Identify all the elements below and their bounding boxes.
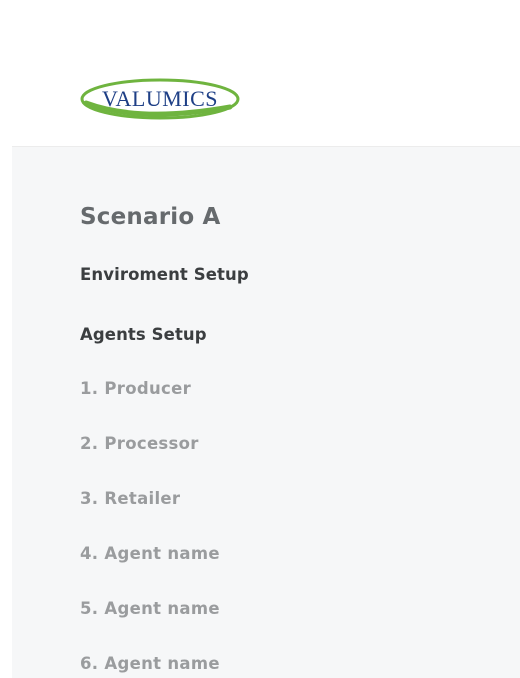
agent-item-6[interactable]: 6. Agent name: [80, 654, 220, 673]
scenario-title: Scenario A: [80, 204, 221, 230]
agent-item-4[interactable]: 4. Agent name: [80, 544, 220, 563]
agent-item-producer[interactable]: 1. Producer: [80, 379, 191, 398]
agent-item-processor[interactable]: 2. Processor: [80, 434, 199, 453]
scenario-sidebar: Scenario A Enviroment Setup Agents Setup…: [12, 146, 520, 678]
page: VALUMICS Scenario A Enviroment Setup Age…: [0, 0, 520, 678]
logo-text: VALUMICS: [102, 86, 218, 111]
valumics-logo-image: VALUMICS: [80, 78, 240, 120]
header: VALUMICS: [0, 0, 520, 146]
agent-item-5[interactable]: 5. Agent name: [80, 599, 220, 618]
environment-setup-link[interactable]: Enviroment Setup: [80, 265, 249, 284]
agent-item-retailer[interactable]: 3. Retailer: [80, 489, 180, 508]
valumics-logo[interactable]: VALUMICS: [80, 77, 242, 121]
agents-setup-link[interactable]: Agents Setup: [80, 325, 207, 344]
